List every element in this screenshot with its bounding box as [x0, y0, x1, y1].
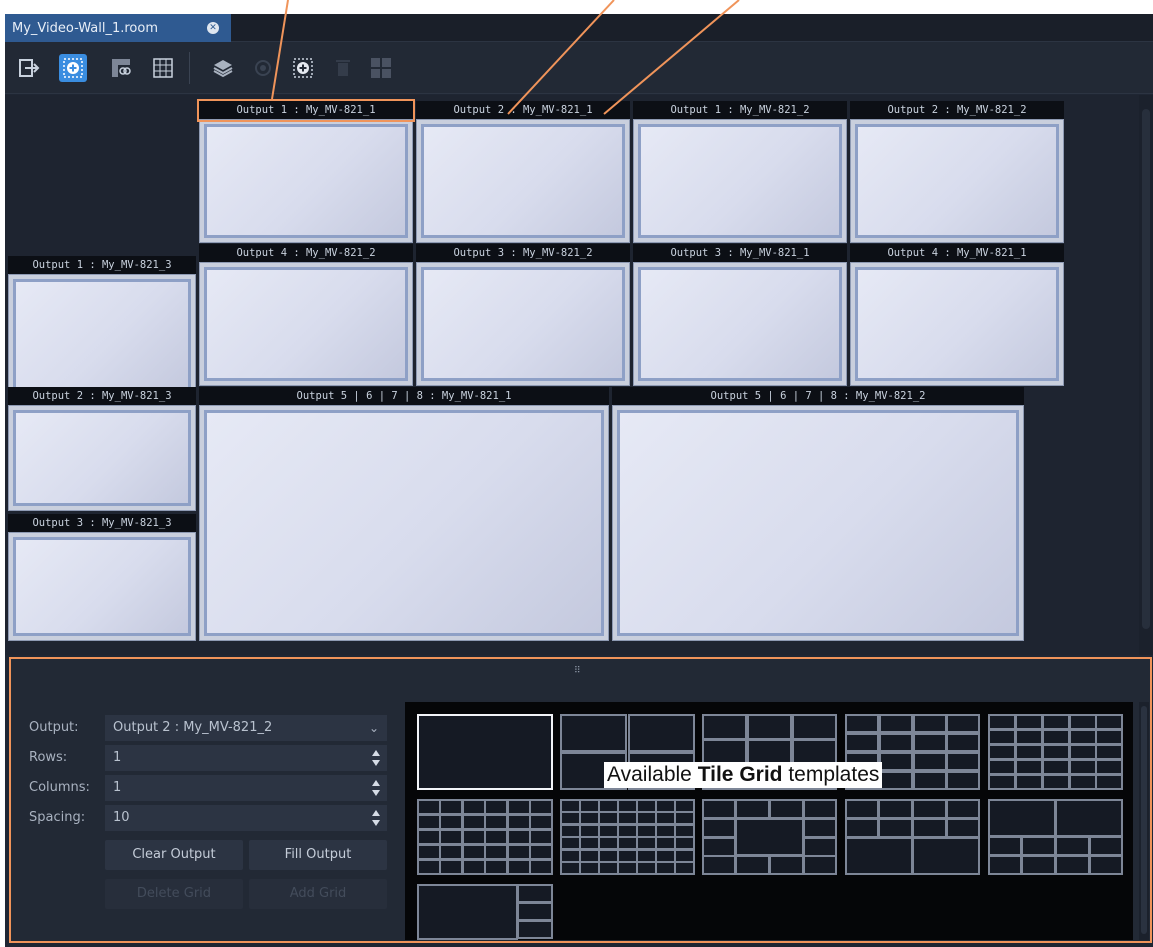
tile-screen	[8, 274, 196, 397]
add-tile-icon[interactable]	[59, 54, 87, 82]
template-1x1[interactable]	[417, 714, 553, 790]
tile-grid-templates	[405, 702, 1133, 940]
fill-output-button[interactable]: Fill Output	[249, 840, 387, 870]
tile-screen	[633, 119, 847, 243]
tile[interactable]: Output 5 | 6 | 7 | 8 : My_MV-821_1	[199, 387, 609, 641]
add-grid-button[interactable]: Add Grid	[249, 879, 387, 909]
spacing-stepper[interactable]: 10	[105, 805, 387, 831]
tile-label: Output 4 : My_MV-821_1	[850, 244, 1064, 262]
chevron-down-icon: ⌄	[368, 721, 379, 735]
tile[interactable]: Output 1 : My_MV-821_1	[199, 101, 413, 243]
tile-label: Output 5 | 6 | 7 | 8 : My_MV-821_2	[612, 387, 1024, 405]
rows-stepper[interactable]: 1	[105, 745, 387, 771]
spacing-value: 10	[113, 810, 130, 825]
add-grid-icon[interactable]	[289, 54, 317, 82]
tile[interactable]: Output 2 : My_MV-821_1	[416, 101, 630, 243]
tile-screen	[416, 262, 630, 386]
link-icon[interactable]	[107, 54, 135, 82]
video-wall-editor: My_Video-Wall_1.room ✕ Output 1: My_MV-…	[5, 14, 1153, 947]
layers-icon[interactable]	[209, 54, 237, 82]
tile-label: Output 4 : My_MV-821_2	[199, 244, 413, 262]
tile-screen	[199, 405, 609, 641]
template-large-left-side-column[interactable]	[417, 884, 553, 940]
tile-screen	[850, 119, 1064, 243]
tiles-icon	[367, 54, 395, 82]
wall-canvas: Output 1 : My_MV-821_1 Output 2 : My_MV-…	[5, 95, 1153, 655]
tile[interactable]: Output 5 | 6 | 7 | 8 : My_MV-821_2	[612, 387, 1024, 641]
output-value: Output 2 : My_MV-821_2	[113, 720, 273, 735]
tile-label: Output 2 : My_MV-821_3	[8, 387, 196, 405]
tile[interactable]: Output 2 : My_MV-821_2	[850, 101, 1064, 243]
rows-value: 1	[113, 750, 122, 765]
output-label: Output:	[29, 720, 79, 735]
output-select[interactable]: Output 2 : My_MV-821_2 ⌄	[105, 715, 387, 741]
tile[interactable]: Output 3 : My_MV-821_1	[633, 244, 847, 386]
tile-label: Output 2 : My_MV-821_2	[850, 101, 1064, 119]
tile[interactable]: Output 1 : My_MV-821_2	[633, 101, 847, 243]
template-7x6[interactable]	[560, 799, 695, 875]
tile-screen	[633, 262, 847, 386]
tile-label: Output 1 : My_MV-821_3	[8, 256, 196, 274]
columns-stepper[interactable]: 1	[105, 775, 387, 801]
templates-scrollbar[interactable]	[1139, 702, 1149, 940]
tab-strip: My_Video-Wall_1.room ✕	[5, 14, 1153, 42]
clear-output-button[interactable]: Clear Output	[105, 840, 243, 870]
toolbar	[5, 42, 1153, 94]
tile[interactable]: Output 4 : My_MV-821_1	[850, 244, 1064, 386]
spinner-icon[interactable]	[371, 779, 381, 797]
template-center-large-border[interactable]	[702, 799, 837, 875]
tile-label: Output 3 : My_MV-821_1	[633, 244, 847, 262]
tab-title: My_Video-Wall_1.room	[12, 20, 158, 36]
columns-label: Columns:	[29, 780, 90, 795]
tile-label: Output 1 : My_MV-821_1	[199, 101, 413, 119]
tile-label: Output 3 : My_MV-821_2	[416, 244, 630, 262]
rows-label: Rows:	[29, 750, 68, 765]
tile-screen	[850, 262, 1064, 386]
tile-screen	[8, 532, 196, 641]
templates-annotation: Available Tile Grid templates	[604, 762, 883, 788]
template-two-large-bottom-row[interactable]	[988, 799, 1123, 875]
resize-grip[interactable]: ⠿	[574, 666, 582, 676]
spinner-icon[interactable]	[371, 749, 381, 767]
toolbar-separator	[189, 52, 190, 84]
spinner-icon[interactable]	[371, 809, 381, 827]
tab-room[interactable]: My_Video-Wall_1.room ✕	[5, 14, 231, 42]
grid-settings-panel: ⠿ Output: Output 2 : My_MV-821_2 ⌄ Rows:…	[9, 657, 1152, 943]
tile[interactable]: Output 4 : My_MV-821_2	[199, 244, 413, 386]
tile-label: Output 3 : My_MV-821_3	[8, 514, 196, 532]
template-6x5[interactable]	[417, 799, 553, 875]
wall-layout: Output 1 : My_MV-821_1 Output 2 : My_MV-…	[5, 95, 1139, 655]
template-top-row-two-large[interactable]	[845, 799, 980, 875]
tile[interactable]: Output 3 : My_MV-821_2	[416, 244, 630, 386]
tile-screen	[8, 405, 196, 511]
template-5x5[interactable]	[988, 714, 1123, 790]
vertical-scrollbar[interactable]	[1139, 95, 1153, 655]
tile-screen	[416, 119, 630, 243]
tile-screen	[199, 262, 413, 386]
grid-icon[interactable]	[149, 54, 177, 82]
tile-screen	[612, 405, 1024, 641]
tile-label: Output 2 : My_MV-821_1	[416, 101, 630, 119]
tile[interactable]: Output 2 : My_MV-821_3	[8, 387, 196, 511]
tile-screen	[199, 119, 413, 243]
tile-label: Output 5 | 6 | 7 | 8 : My_MV-821_1	[199, 387, 609, 405]
tile[interactable]: Output 1 : My_MV-821_3	[8, 256, 196, 397]
columns-value: 1	[113, 780, 122, 795]
close-icon[interactable]: ✕	[207, 22, 219, 34]
delete-icon	[329, 54, 357, 82]
tile-label: Output 1 : My_MV-821_2	[633, 101, 847, 119]
tile[interactable]: Output 3 : My_MV-821_3	[8, 514, 196, 641]
loop-icon	[249, 54, 277, 82]
delete-grid-button[interactable]: Delete Grid	[105, 879, 243, 909]
exit-icon[interactable]	[15, 54, 43, 82]
spacing-label: Spacing:	[29, 810, 86, 825]
